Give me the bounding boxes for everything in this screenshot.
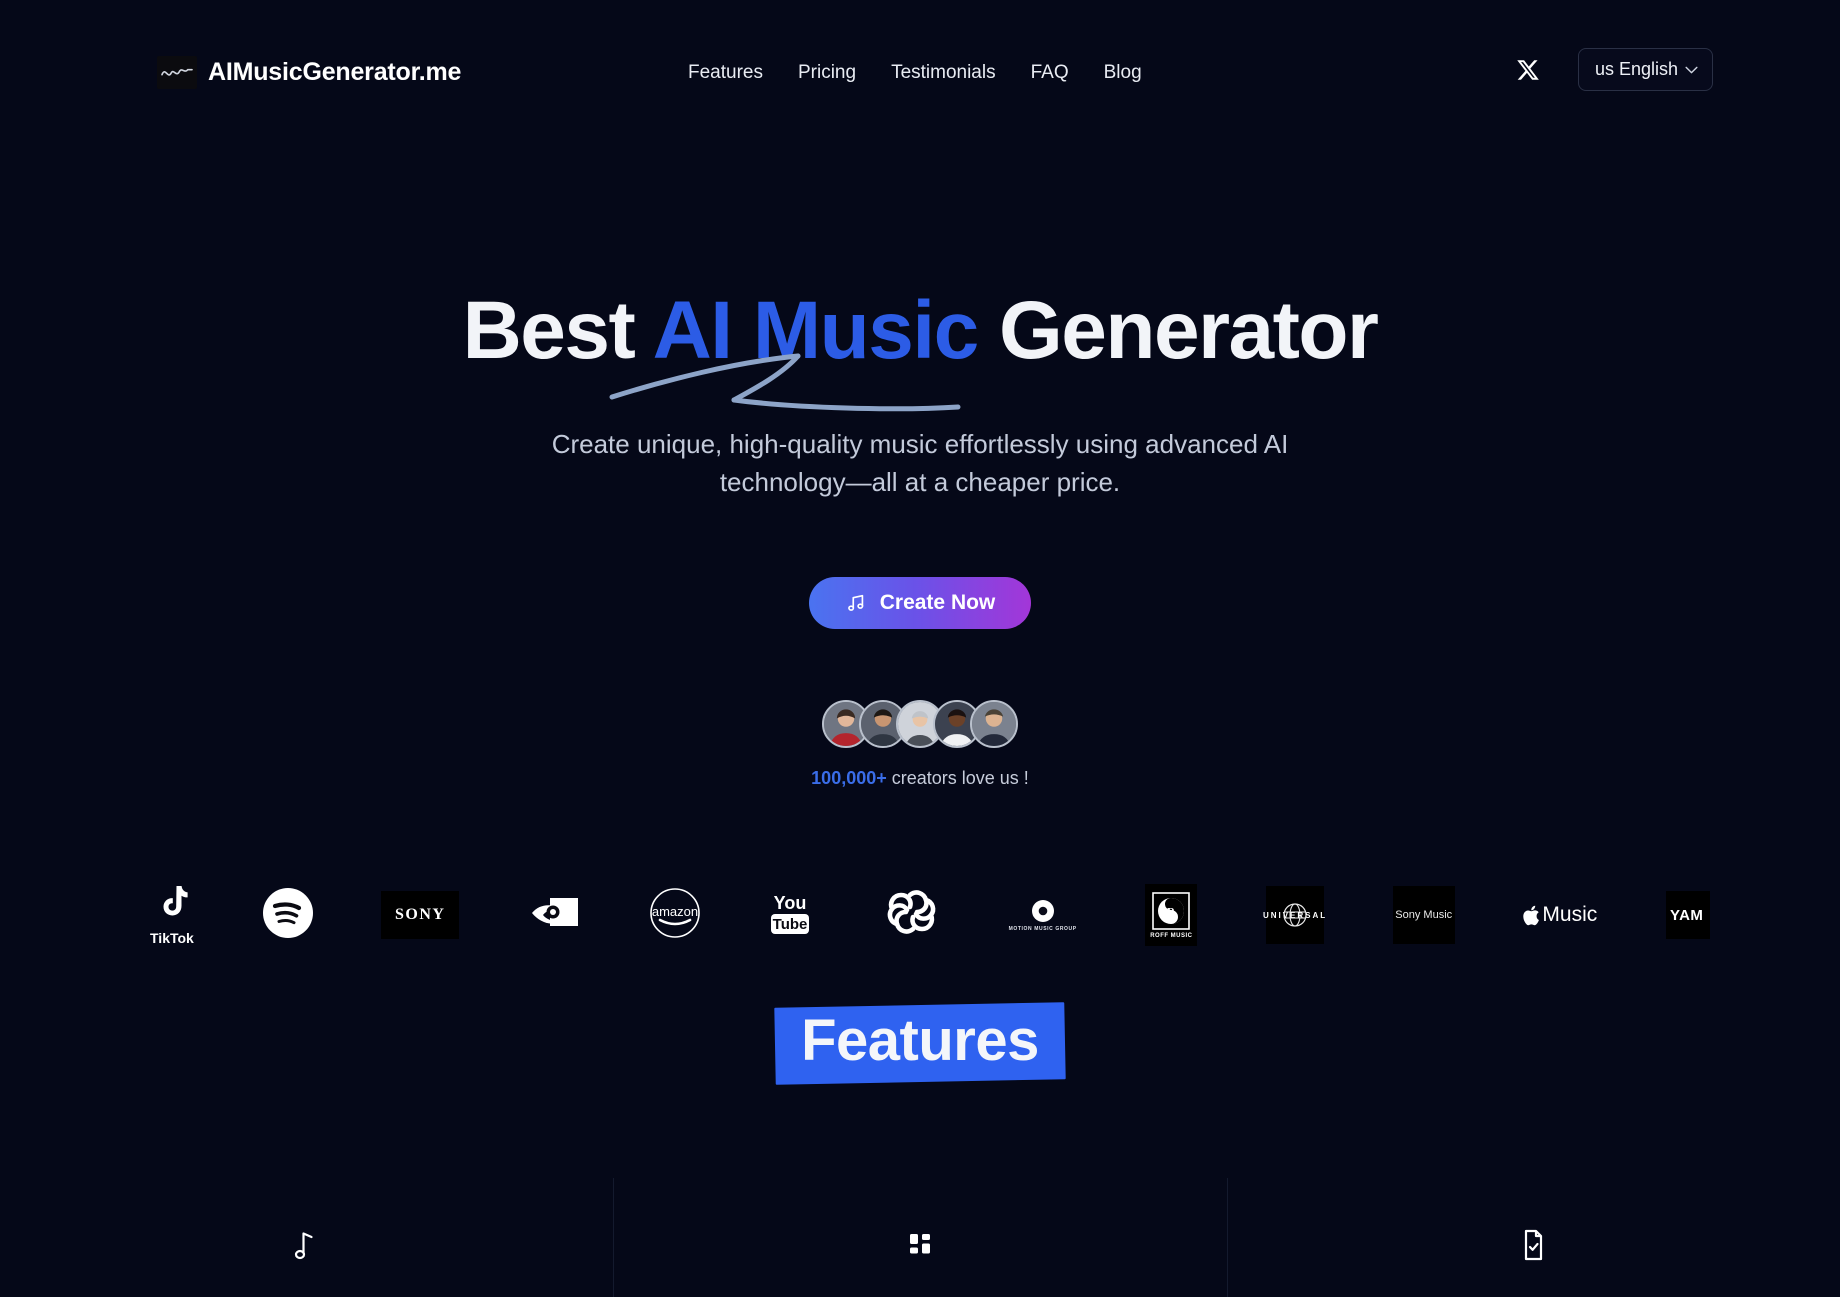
logo-roff-music: R ROFF MUSIC [1145, 872, 1198, 958]
yamaha-logo-icon: YAM [1665, 891, 1710, 939]
grid-dashboard-icon [905, 1214, 935, 1262]
nav-item-faq[interactable]: FAQ [1031, 62, 1069, 84]
nvidia-logo-icon [528, 896, 580, 935]
spotify-logo-icon [262, 887, 313, 943]
sony-music-logo-icon: Sony Music [1392, 886, 1455, 944]
logo-sony: SONY [381, 872, 460, 958]
features-heading-badge: Features [774, 1002, 1066, 1085]
page-title-part3: Generator [977, 285, 1379, 376]
partner-logos: TikTok SONY amazon You Tube MOTION MUSIC… [150, 865, 1710, 965]
logo-spotify [262, 872, 313, 958]
logo-label: ROFF MUSIC [1150, 932, 1193, 939]
logo-label: TikTok [150, 929, 194, 946]
nav-item-testimonials[interactable]: Testimonials [891, 62, 996, 84]
page-title: Best AI Music Generator [0, 290, 1840, 372]
waveform-icon [157, 56, 197, 89]
cta-container: Create Now [0, 577, 1840, 629]
avatar-group [0, 700, 1840, 748]
landing-page: AIMusicGenerator.me Features Pricing Tes… [0, 0, 1840, 1297]
logo-nvidia [528, 872, 580, 958]
motion-music-group-logo-icon: MOTION MUSIC GROUP [1009, 899, 1077, 932]
logo-youtube: You Tube [769, 872, 811, 958]
logo-label: MOTION MUSIC GROUP [1008, 925, 1077, 932]
roff-music-logo-icon: R ROFF MUSIC [1145, 884, 1198, 946]
feature-column-2[interactable] [613, 1178, 1226, 1297]
sony-logo-icon: SONY [381, 891, 460, 939]
logo-label: SONY [394, 906, 446, 923]
x-twitter-icon[interactable] [1516, 58, 1540, 82]
feature-column-1[interactable] [0, 1178, 613, 1297]
creator-count: 100,000+ [811, 768, 887, 788]
page-title-part1: Best [462, 285, 653, 376]
logo-universal: UNIVERSAL [1262, 872, 1328, 958]
apple-music-logo-icon: Music [1523, 903, 1597, 927]
logo-label: Sony Music [1395, 909, 1453, 921]
logo-yamaha: YAM [1665, 872, 1710, 958]
tiktok-logo-icon [155, 885, 189, 928]
logo-sony-music: Sony Music [1392, 872, 1455, 958]
chevron-down-icon [1685, 66, 1698, 74]
page-title-highlight: AI Music [652, 285, 980, 376]
hero-subtitle: Create unique, high-quality music effort… [0, 425, 1840, 501]
nav-item-pricing[interactable]: Pricing [798, 62, 856, 84]
brand-name: AIMusicGenerator.me [208, 58, 462, 86]
hero-subtitle-line1: Create unique, high-quality music effort… [551, 429, 1289, 459]
logo-apple-music: Music [1523, 872, 1597, 958]
document-check-icon [1518, 1214, 1548, 1262]
nav-item-blog[interactable]: Blog [1104, 62, 1142, 84]
language-selector[interactable]: us English [1577, 48, 1713, 91]
svg-text:You: You [774, 893, 807, 913]
main-nav: Features Pricing Testimonials FAQ Blog [688, 62, 1142, 84]
music-note-icon [292, 1214, 322, 1262]
nav-item-features[interactable]: Features [688, 62, 763, 84]
svg-text:R: R [1167, 906, 1176, 918]
site-header: AIMusicGenerator.me Features Pricing Tes… [0, 0, 1840, 110]
openai-logo-icon [880, 883, 940, 948]
features-heading: Features [801, 1008, 1039, 1073]
hero-subtitle-line2: technology—all at a cheaper price. [719, 467, 1121, 498]
svg-text:amazon: amazon [651, 904, 697, 919]
logo-label: Music [1542, 903, 1598, 926]
creator-count-label: creators love us ! [886, 768, 1029, 788]
logo-openai [880, 872, 940, 958]
logo-tiktok: TikTok [150, 872, 194, 958]
create-now-label: Create Now [879, 591, 996, 614]
logo-label: UNIVERSAL [1262, 910, 1328, 920]
social-proof: 100,000+ creators love us ! [0, 768, 1840, 789]
svg-text:Tube: Tube [773, 916, 808, 933]
amazon-logo-icon: amazon [649, 887, 701, 944]
brand-logo[interactable]: AIMusicGenerator.me [157, 56, 461, 89]
create-now-button[interactable]: Create Now [808, 577, 1032, 629]
features-heading-container: Features [0, 1002, 1840, 1085]
logo-amazon: amazon [649, 872, 701, 958]
header-actions: us English [1516, 48, 1713, 91]
universal-logo-icon: UNIVERSAL [1262, 886, 1328, 944]
feature-columns [0, 1178, 1840, 1297]
logo-motion-music-group: MOTION MUSIC GROUP [1009, 872, 1077, 958]
language-label: us English [1594, 59, 1678, 79]
music-note-icon [845, 592, 867, 614]
youtube-logo-icon: You Tube [769, 890, 811, 941]
logo-label: YAM [1669, 906, 1704, 924]
avatar [970, 700, 1018, 748]
feature-column-3[interactable] [1226, 1178, 1840, 1297]
